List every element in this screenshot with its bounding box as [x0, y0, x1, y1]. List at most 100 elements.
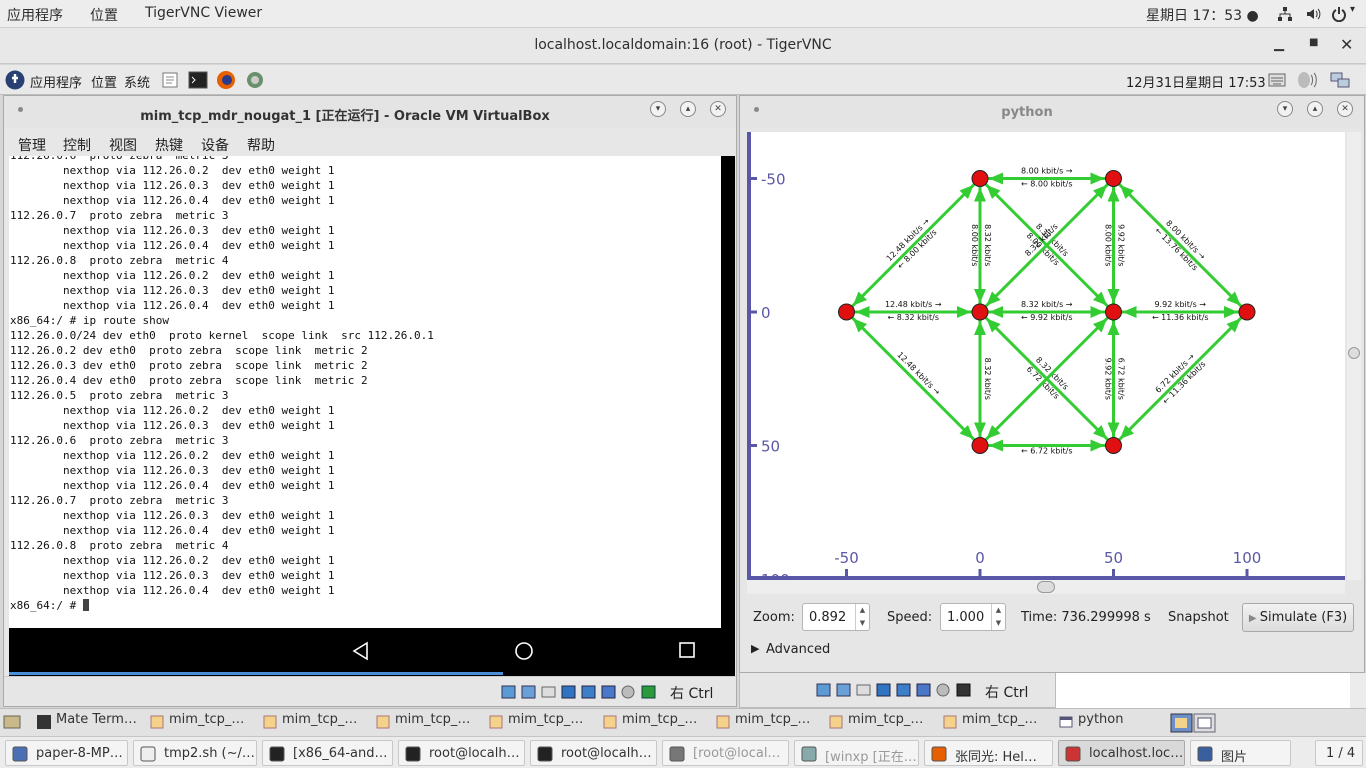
clock[interactable]: 星期日 17：53 ● — [1146, 5, 1259, 25]
x-tick-label: -50 — [834, 549, 859, 567]
close-button[interactable]: ✕ — [1337, 101, 1353, 117]
topology-graph[interactable]: -50 0 50 100 -50 0 50 100 12.48 kbit/s → ← 8.00 k… — [747, 132, 1345, 589]
network-node[interactable] — [1238, 303, 1256, 321]
volume-icon[interactable] — [1305, 6, 1321, 22]
virtualbox-titlebar[interactable]: mim_tcp_mdr_nougat_1 [正在运行] - Oracle VM … — [4, 96, 736, 128]
remote-places-menu[interactable]: 位置 — [91, 72, 117, 91]
home-icon[interactable] — [514, 641, 534, 661]
remote-task-vm[interactable]: mim_tcp_… — [373, 712, 485, 734]
local-task-button[interactable]: [winxp [正在… — [794, 740, 919, 766]
remote-task-vm[interactable]: mim_tcp_… — [147, 712, 259, 734]
link-rate-label: 6.72 kbit/s — [1117, 358, 1126, 400]
advanced-expander[interactable]: Advanced — [766, 642, 830, 657]
back-icon[interactable] — [351, 641, 371, 661]
workspace-switcher[interactable] — [1170, 713, 1216, 733]
menu-help[interactable]: 帮助 — [247, 135, 275, 155]
minimize-button[interactable]: ▾ — [1277, 101, 1293, 117]
remote-mate-panel: 应用程序 位置 系统 12月31日星期日 17:53 — [0, 65, 1366, 95]
remote-task-vm[interactable]: mim_tcp_… — [260, 712, 372, 734]
volume-icon[interactable] — [1296, 70, 1318, 90]
simulate-button[interactable]: ▶ Simulate (F3) — [1242, 603, 1354, 632]
minimize-button[interactable]: ▾ — [650, 101, 666, 117]
local-task-button[interactable]: 张同光: Hel… — [924, 740, 1053, 766]
speed-spinbox[interactable]: 1.000 ▲ ▼ — [940, 603, 1006, 631]
remote-task-vm[interactable]: mim_tcp_… — [826, 712, 938, 734]
keyboard-icon[interactable] — [1268, 72, 1286, 88]
network-node[interactable] — [1105, 170, 1122, 187]
remote-task-python[interactable]: python — [1056, 712, 1168, 734]
network-icon[interactable] — [1329, 70, 1351, 90]
terminal-screen[interactable]: 112.26.0.6 proto zebra metric 3 nexthop … — [9, 156, 721, 628]
link-line — [845, 310, 982, 447]
firefox-icon[interactable] — [216, 70, 236, 90]
python-visualizer-window[interactable]: python ▾ ▴ ✕ -50 0 50 100 -50 0 50 100 12.48 kbi… — [739, 95, 1365, 673]
background-window-scrollbar[interactable] — [1350, 673, 1366, 708]
canvas-horizontal-scrollbar[interactable] — [747, 580, 1345, 594]
local-task-button[interactable]: [root@local… — [662, 740, 789, 766]
virtualbox-window[interactable]: mim_tcp_mdr_nougat_1 [正在运行] - Oracle VM … — [3, 95, 737, 707]
local-task-button[interactable]: [x86_64-and… — [262, 740, 393, 766]
local-task-button[interactable]: root@localh… — [398, 740, 525, 766]
network-node[interactable] — [971, 303, 989, 321]
network-icon[interactable] — [1277, 6, 1293, 22]
local-task-button[interactable]: tmp2.sh (~/… — [133, 740, 257, 766]
local-task-button[interactable]: root@localh… — [530, 740, 657, 766]
chevron-down-icon[interactable]: ▾ — [1350, 4, 1355, 15]
fedora-logo-icon[interactable] — [5, 70, 25, 90]
local-task-button[interactable]: paper-8-MP… — [5, 740, 128, 766]
places-menu[interactable]: 位置 — [90, 5, 118, 25]
vnc-window-titlebar[interactable]: localhost.localdomain:16 (root) - TigerV… — [0, 28, 1366, 64]
menu-view[interactable]: 视图 — [109, 135, 137, 155]
show-desktop-icon[interactable] — [3, 714, 21, 730]
maximize-button[interactable]: ▴ — [1307, 101, 1323, 117]
local-task-button[interactable]: 图片 — [1190, 740, 1291, 766]
snapshot-button[interactable]: Snapshot — [1168, 610, 1229, 625]
remote-system-menu[interactable]: 系统 — [124, 72, 150, 91]
x-tick-label: 50 — [1104, 549, 1123, 567]
network-node[interactable] — [1105, 303, 1122, 321]
remote-task-vm[interactable]: mim_tcp_… — [600, 712, 712, 734]
menu-devices[interactable]: 设备 — [201, 135, 229, 155]
link-arrowhead — [974, 321, 986, 335]
remote-task-vm[interactable]: mim_tcp_… — [486, 712, 598, 734]
screenshot-tool-icon[interactable] — [245, 70, 265, 90]
expander-arrow-icon[interactable]: ▶ — [751, 642, 759, 655]
link-arrowhead — [855, 306, 870, 318]
menu-manage[interactable]: 管理 — [18, 135, 46, 155]
remote-task-vm[interactable]: mim_tcp_… — [713, 712, 825, 734]
workspace-indicator[interactable]: 1 / 4 — [1315, 740, 1363, 766]
power-icon[interactable] — [1331, 6, 1347, 22]
minimize-button[interactable]: ▁ — [1274, 37, 1284, 52]
link-rate-label: ← 8.32 kbit/s — [887, 313, 939, 322]
local-task-button[interactable]: localhost.loc… — [1058, 740, 1185, 766]
active-app-name[interactable]: TigerVNC Viewer — [145, 5, 262, 21]
close-button[interactable]: ✕ — [1340, 35, 1353, 54]
text-editor-icon[interactable] — [161, 71, 179, 89]
network-node[interactable] — [971, 170, 989, 187]
menu-hotkey[interactable]: 热键 — [155, 135, 183, 155]
remote-applications-menu[interactable]: 应用程序 — [30, 72, 82, 91]
applications-menu[interactable]: 应用程序 — [7, 5, 63, 25]
link-rate-label: ← 9.92 kbit/s — [1021, 313, 1073, 322]
close-button[interactable]: ✕ — [710, 101, 726, 117]
spin-arrows-icon[interactable]: ▲ ▼ — [855, 604, 869, 630]
terminal-scrollbar[interactable] — [721, 156, 735, 628]
network-node[interactable] — [838, 303, 855, 321]
spin-arrows-icon[interactable]: ▲ ▼ — [991, 604, 1005, 630]
network-node[interactable] — [1105, 437, 1122, 454]
remote-task-terminal[interactable]: Mate Term… — [34, 712, 146, 734]
network-node[interactable] — [971, 437, 989, 454]
python-titlebar[interactable]: python ▾ ▴ ✕ — [740, 96, 1364, 128]
device-status-icons[interactable] — [501, 684, 661, 700]
maximize-button[interactable]: ▴ — [680, 101, 696, 117]
zoom-spinbox[interactable]: 0.892 ▲ ▼ — [802, 603, 870, 631]
remote-clock[interactable]: 12月31日星期日 17:53 — [1126, 72, 1266, 91]
recents-icon[interactable] — [678, 641, 696, 659]
maximize-button[interactable]: ■ — [1309, 37, 1318, 48]
device-status-icons[interactable] — [816, 682, 976, 698]
canvas-vertical-scrollbar[interactable] — [1347, 132, 1361, 580]
terminal-icon[interactable] — [188, 71, 208, 89]
menu-control[interactable]: 控制 — [63, 135, 91, 155]
topology-canvas[interactable]: -50 0 50 100 -50 0 50 100 12.48 kbit/s → ← 8.00 k… — [747, 132, 1345, 589]
remote-task-vm[interactable]: mim_tcp_… — [940, 712, 1052, 734]
